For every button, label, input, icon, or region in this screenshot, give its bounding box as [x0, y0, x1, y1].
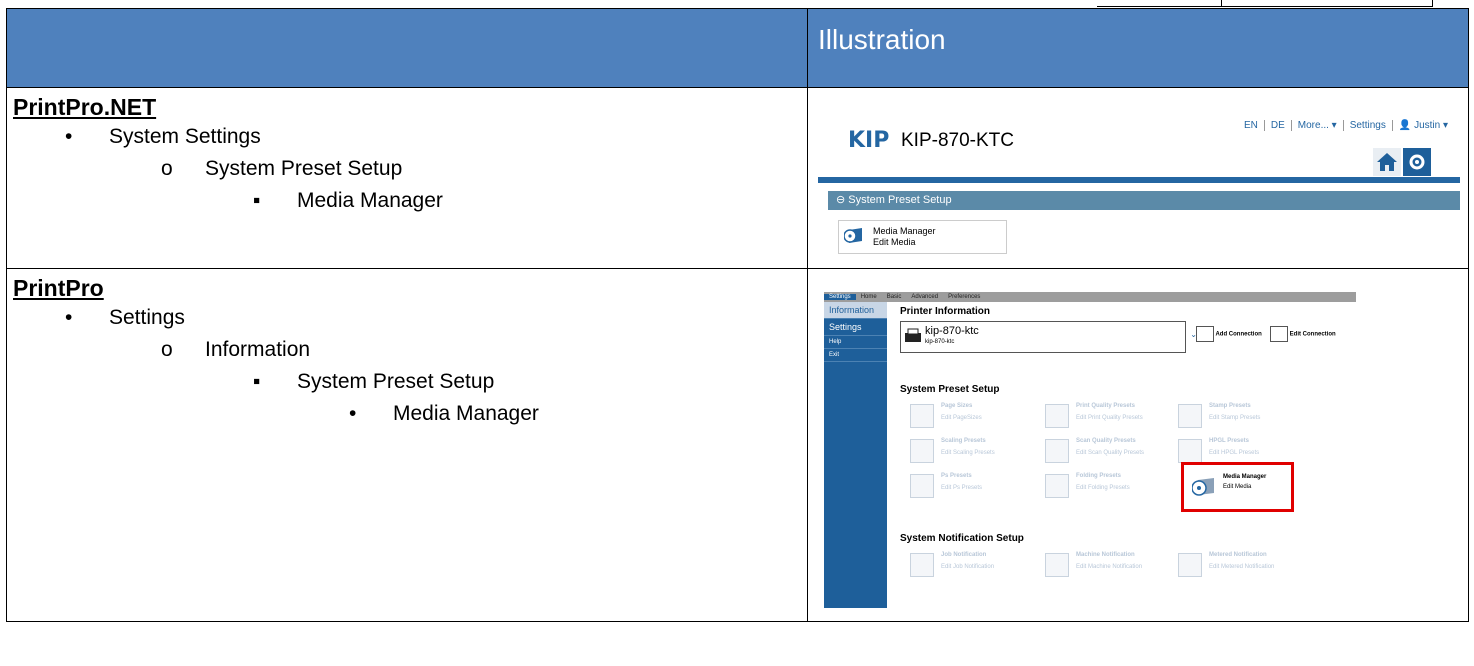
step-level-1: • System Settings: [65, 125, 261, 148]
step-level-2: o Information: [161, 338, 311, 361]
sidebar-item-help[interactable]: Help: [824, 336, 887, 349]
row-title: PrintPro: [13, 275, 104, 301]
add-connection-button[interactable]: Add Connection: [1196, 326, 1262, 342]
header-divider: [818, 177, 1460, 183]
machine-notification-icon: [1045, 553, 1069, 577]
edit-connection-icon: [1270, 326, 1288, 342]
printpro-screenshot: Settings Home Basic Advanced Preferences Inf…: [808, 269, 1468, 621]
media-manager-title: Media Manager: [873, 226, 936, 236]
row-title: PrintPro.NET: [13, 94, 157, 120]
header-left-cell: [6, 8, 808, 88]
illustration-heading: Illustration: [818, 24, 946, 55]
folding-presets-item[interactable]: Folding Presets Edit Folding Presets: [1076, 473, 1130, 491]
printer-information-heading: Printer Information: [900, 306, 991, 317]
sidebar-item-settings[interactable]: Settings: [824, 319, 887, 336]
scaling-icon: [910, 439, 934, 463]
scan-quality-icon: [1045, 439, 1069, 463]
kip-net-screenshot: KIP KIP-870-KTC EN DE More... ▾ Settings 👤 J…: [808, 88, 1468, 268]
nav-en[interactable]: EN: [1237, 120, 1265, 131]
ps-presets-item[interactable]: Ps Presets Edit Ps Presets: [941, 473, 982, 491]
home-icon[interactable]: [1373, 148, 1401, 176]
hpgl-presets-item[interactable]: HPGL Presets Edit HPGL Presets: [1209, 438, 1259, 456]
printer-name: KIP-870-KTC: [901, 130, 1014, 151]
top-nav: EN DE More... ▾ Settings 👤 Justin ▾: [1237, 120, 1454, 131]
kip-logo: KIP: [848, 128, 890, 153]
step-level-3: ▪ System Preset Setup: [253, 370, 495, 393]
printpro-screenshot-cell: Settings Home Basic Advanced Preferences Inf…: [807, 268, 1469, 622]
top-border-fragment: [1097, 0, 1433, 7]
print-quality-icon: [1045, 404, 1069, 428]
metered-notification-icon: [1178, 553, 1202, 577]
kip-net-screenshot-cell: KIP KIP-870-KTC EN DE More... ▾ Settings 👤 J…: [807, 87, 1469, 269]
page-size-icon: [910, 404, 934, 428]
printpro-steps-cell: PrintPro • Settings o Information ▪ System …: [6, 268, 808, 622]
media-manager-item[interactable]: Media Manager Edit Media: [1223, 474, 1266, 490]
ps-icon: [910, 474, 934, 498]
printer-select[interactable]: kip-870-ktc kip-870-ktc ⌄: [900, 321, 1197, 353]
step-level-1: • Settings: [65, 306, 185, 329]
edit-connection-button[interactable]: Edit Connection: [1270, 326, 1336, 342]
printer-icon: [905, 328, 921, 342]
page-size-item[interactable]: Page Sizes Edit PageSizes: [941, 403, 982, 421]
stamp-presets-item[interactable]: Stamp Presets Edit Stamp Presets: [1209, 403, 1260, 421]
sidebar-item-information[interactable]: Information: [824, 302, 887, 319]
nav-more[interactable]: More... ▾: [1291, 120, 1344, 131]
step-level-2: o System Preset Setup: [161, 157, 403, 180]
add-connection-icon: [1196, 326, 1214, 342]
machine-notification-item[interactable]: Machine Notification Edit Machine Notific…: [1076, 552, 1142, 570]
media-roll-icon: [1192, 478, 1214, 496]
step-level-4: • Media Manager: [349, 402, 539, 425]
sidebar: Information Settings Help Exit: [824, 302, 887, 608]
hpgl-icon: [1178, 439, 1202, 463]
ribbon-tabs: Settings Home Basic Advanced Preferences: [824, 292, 1356, 302]
media-manager-tile[interactable]: Media Manager Edit Media: [838, 220, 1007, 254]
tab-basic[interactable]: Basic: [882, 294, 907, 300]
system-preset-setup-bar[interactable]: ⊖ System Preset Setup: [828, 191, 1460, 210]
system-notification-setup-heading: System Notification Setup: [900, 533, 1024, 544]
sidebar-item-exit[interactable]: Exit: [824, 349, 887, 362]
nav-user[interactable]: 👤 Justin ▾: [1393, 120, 1454, 131]
nav-de[interactable]: DE: [1264, 120, 1292, 131]
instruction-table: Illustration PrintPro.NET • System Settin…: [6, 8, 1469, 622]
tab-home[interactable]: Home: [856, 294, 882, 300]
settings-icon[interactable]: [1403, 148, 1431, 176]
tab-settings[interactable]: Settings: [824, 294, 856, 300]
metered-notification-item[interactable]: Metered Notification Edit Metered Notific…: [1209, 552, 1274, 570]
media-roll-icon: [844, 228, 862, 243]
system-preset-setup-heading: System Preset Setup: [900, 384, 1000, 395]
job-notification-item[interactable]: Job Notification Edit Job Notification: [941, 552, 994, 570]
stamp-icon: [1178, 404, 1202, 428]
tab-advanced[interactable]: Advanced: [906, 294, 943, 300]
header-right-cell: Illustration: [807, 8, 1469, 88]
nav-settings[interactable]: Settings: [1343, 120, 1393, 131]
tab-preferences[interactable]: Preferences: [943, 294, 985, 300]
media-manager-sub: Edit Media: [873, 237, 916, 247]
scan-quality-item[interactable]: Scan Quality Presets Edit Scan Quality Pr…: [1076, 438, 1144, 456]
folding-icon: [1045, 474, 1069, 498]
step-level-3: ▪ Media Manager: [253, 189, 443, 212]
job-notification-icon: [910, 553, 934, 577]
scaling-presets-item[interactable]: Scaling Presets Edit Scaling Presets: [941, 438, 995, 456]
print-quality-item[interactable]: Print Quality Presets Edit Print Quality …: [1076, 403, 1143, 421]
printpro-net-steps-cell: PrintPro.NET • System Settings o System Pr…: [6, 87, 808, 269]
